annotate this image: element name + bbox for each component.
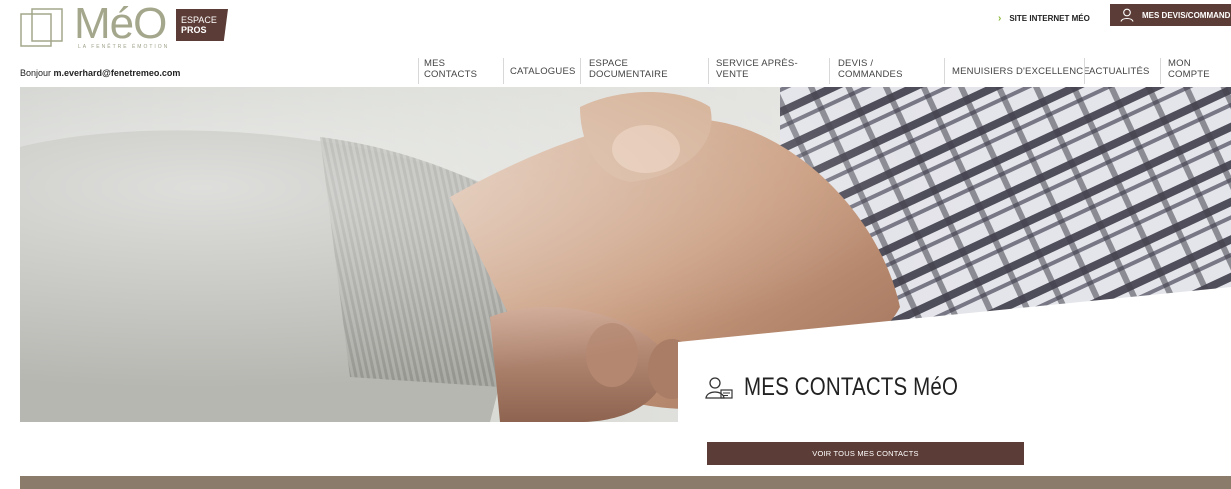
user-icon [1120, 8, 1134, 22]
nav-item-catalogues[interactable]: CATALOGUES [510, 66, 576, 77]
footer-band [20, 476, 1231, 489]
mes-devis-label: MES DEVIS/COMMANDES [1142, 10, 1231, 20]
mes-devis-button[interactable]: MES DEVIS/COMMANDES [1110, 4, 1231, 26]
nav-divider [418, 58, 419, 84]
greeting-prefix: Bonjour [20, 68, 54, 78]
site-internet-link[interactable]: › SITE INTERNET MÉO [998, 9, 1090, 27]
nav-divider [503, 58, 504, 84]
logo-wordmark: MéO [74, 0, 167, 48]
espace-pros-badge: ESPACE PROS [176, 9, 228, 41]
nav-divider [829, 58, 830, 84]
badge-line1: ESPACE [181, 15, 217, 25]
chevron-right-icon: › [998, 12, 1002, 24]
nav-divider [580, 58, 581, 84]
handshake-photo [20, 87, 1231, 422]
nav-item-actualites[interactable]: ACTUALITÉS [1089, 66, 1150, 77]
badge-line2: PROS [181, 25, 207, 35]
nav-item-service-apres-vente[interactable]: SERVICE APRÈS-VENTE [716, 58, 798, 80]
logo-squares-icon [20, 8, 63, 47]
page-title-text: MES CONTACTS MéO [744, 373, 959, 401]
nav-item-mes-contacts[interactable]: MES CONTACTS [424, 58, 486, 80]
page-title: MES CONTACTS MéO [704, 373, 1005, 402]
nav-item-menuisiers[interactable]: MENUISIERS D'EXCELLENCE [952, 66, 1090, 77]
nav-item-mon-compte[interactable]: MON COMPTE [1168, 58, 1216, 80]
user-email: m.everhard@fenetremeo.com [53, 68, 181, 78]
site-internet-label: SITE INTERNET MÉO [1009, 13, 1090, 23]
logo-tagline: LA FENÊTRE ÉMOTION [78, 44, 170, 50]
voir-tous-contacts-button[interactable]: VOIR TOUS MES CONTACTS [707, 442, 1024, 465]
contact-person-icon [705, 376, 733, 399]
nav-divider [1084, 58, 1085, 84]
nav-divider [708, 58, 709, 84]
nav-divider [1160, 58, 1161, 84]
nav-divider [944, 58, 945, 84]
hero-banner [20, 87, 1231, 422]
nav-item-espace-documentaire[interactable]: ESPACE DOCUMENTAIRE [589, 58, 669, 80]
greeting: Bonjour m.everhard@fenetremeo.com [20, 68, 180, 78]
nav-item-devis-commandes[interactable]: DEVIS / COMMANDES [838, 58, 906, 80]
